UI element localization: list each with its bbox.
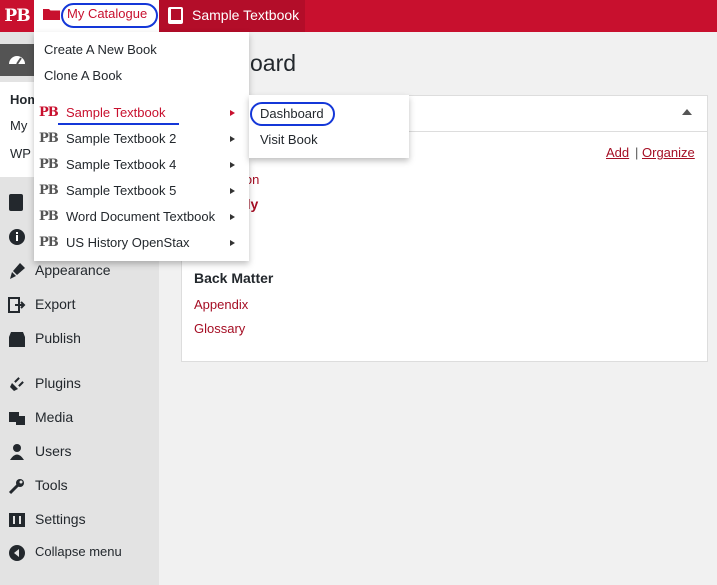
add-link[interactable]: Add (606, 145, 629, 160)
catalogue-dropdown: Create A New Book Clone A Book PB Sample… (34, 32, 249, 261)
wrench-icon (8, 479, 24, 495)
sidebar-item-export[interactable]: Export (0, 290, 159, 320)
sidebar-item-publish[interactable]: Publish (0, 324, 159, 354)
sidebar-item-media[interactable]: Media (0, 403, 159, 433)
sidebar-item-label: Plugins (35, 375, 81, 391)
sidebar-item-label: Settings (35, 511, 86, 527)
submenu-arrow-icon (230, 214, 235, 220)
organize-link[interactable]: Organize (642, 145, 695, 160)
book-item-label: Sample Textbook 5 (66, 183, 177, 198)
sidebar-item-collapse[interactable]: Collapse menu (0, 538, 159, 568)
export-icon (8, 297, 26, 313)
page-title: oard (250, 50, 297, 76)
submenu-arrow-icon (230, 162, 235, 168)
link-separator: | (635, 145, 639, 160)
plugin-icon (10, 377, 24, 391)
catalogue-book-item[interactable]: PB Word Document Textbook (34, 204, 249, 230)
sidebar-item-plugins[interactable]: Plugins (0, 369, 159, 399)
back-matter-heading: Back Matter (194, 270, 274, 286)
collapse-icon (9, 545, 25, 561)
highlight-underline (58, 123, 179, 125)
sidebar-item-users[interactable]: Users (0, 437, 159, 467)
book-submenu: Dashboard Visit Book (249, 95, 409, 158)
sidebar-item-settings[interactable]: Settings (0, 505, 159, 535)
book-item-label: Word Document Textbook (66, 209, 216, 224)
pb-icon: PB (39, 157, 59, 172)
current-book-label: Sample Textbook (192, 7, 300, 23)
sidebar-item-label: Export (35, 296, 76, 312)
pb-icon: PB (39, 235, 59, 250)
visit-book-link[interactable]: Visit Book (260, 132, 318, 147)
book-icon (168, 7, 183, 24)
pb-icon: PB (39, 105, 59, 120)
sidebar-item-tools[interactable]: Tools (0, 471, 159, 501)
sidebar-item-label: Tools (35, 477, 68, 493)
submenu-my[interactable]: My (10, 118, 27, 133)
book-item-label: Sample Textbook (66, 105, 166, 120)
current-book-menu[interactable]: Sample Textbook (159, 0, 305, 32)
users-icon (10, 444, 24, 460)
create-new-book-item[interactable]: Create A New Book (44, 42, 157, 57)
book-icon[interactable] (9, 194, 25, 212)
folder-icon (43, 9, 60, 20)
my-catalogue-menu[interactable]: My Catalogue (34, 0, 159, 32)
book-item-label: Sample Textbook 4 (66, 157, 177, 172)
dashboard-icon (9, 56, 25, 65)
appendix-link[interactable]: Appendix (194, 297, 248, 312)
settings-icon (9, 513, 25, 527)
sidebar-item-label: Users (35, 443, 72, 459)
submenu-arrow-icon (230, 188, 235, 194)
dashboard-menu-item[interactable] (0, 44, 34, 76)
catalogue-book-item[interactable]: PB Sample Textbook 2 (34, 126, 249, 152)
submenu-arrow-icon (230, 110, 235, 116)
media-icon (9, 412, 25, 425)
pb-icon: PB (39, 209, 59, 224)
store-icon (9, 332, 25, 347)
book-item-label: US History OpenStax (66, 235, 190, 250)
submenu-arrow-icon (230, 240, 235, 246)
collapse-panel-icon[interactable] (682, 109, 692, 115)
pressbooks-logo[interactable]: PB (0, 0, 34, 32)
submenu-arrow-icon (230, 136, 235, 142)
book-item-label: Sample Textbook 2 (66, 131, 177, 146)
brush-icon (10, 263, 25, 279)
pb-icon: PB (39, 183, 59, 198)
sidebar-item-label: Collapse menu (35, 544, 122, 559)
sidebar-item-label: Appearance (35, 262, 111, 278)
catalogue-book-item[interactable]: PB Sample Textbook 4 (34, 152, 249, 178)
submenu-wp[interactable]: WP (10, 146, 31, 161)
pb-icon: PB (39, 131, 59, 146)
glossary-link[interactable]: Glossary (194, 321, 245, 336)
sidebar-item-label: Publish (35, 330, 81, 346)
highlight-circle (250, 102, 335, 126)
highlight-circle (61, 3, 158, 28)
info-icon[interactable] (8, 228, 26, 246)
clone-book-item[interactable]: Clone A Book (44, 68, 122, 83)
admin-bar: PB My Catalogue Sample Textbook (0, 0, 717, 32)
catalogue-book-item[interactable]: PB US History OpenStax (34, 230, 249, 256)
catalogue-book-item[interactable]: PB Sample Textbook 5 (34, 178, 249, 204)
catalogue-book-item[interactable]: PB Sample Textbook (34, 100, 249, 126)
sidebar-item-label: Media (35, 409, 74, 425)
